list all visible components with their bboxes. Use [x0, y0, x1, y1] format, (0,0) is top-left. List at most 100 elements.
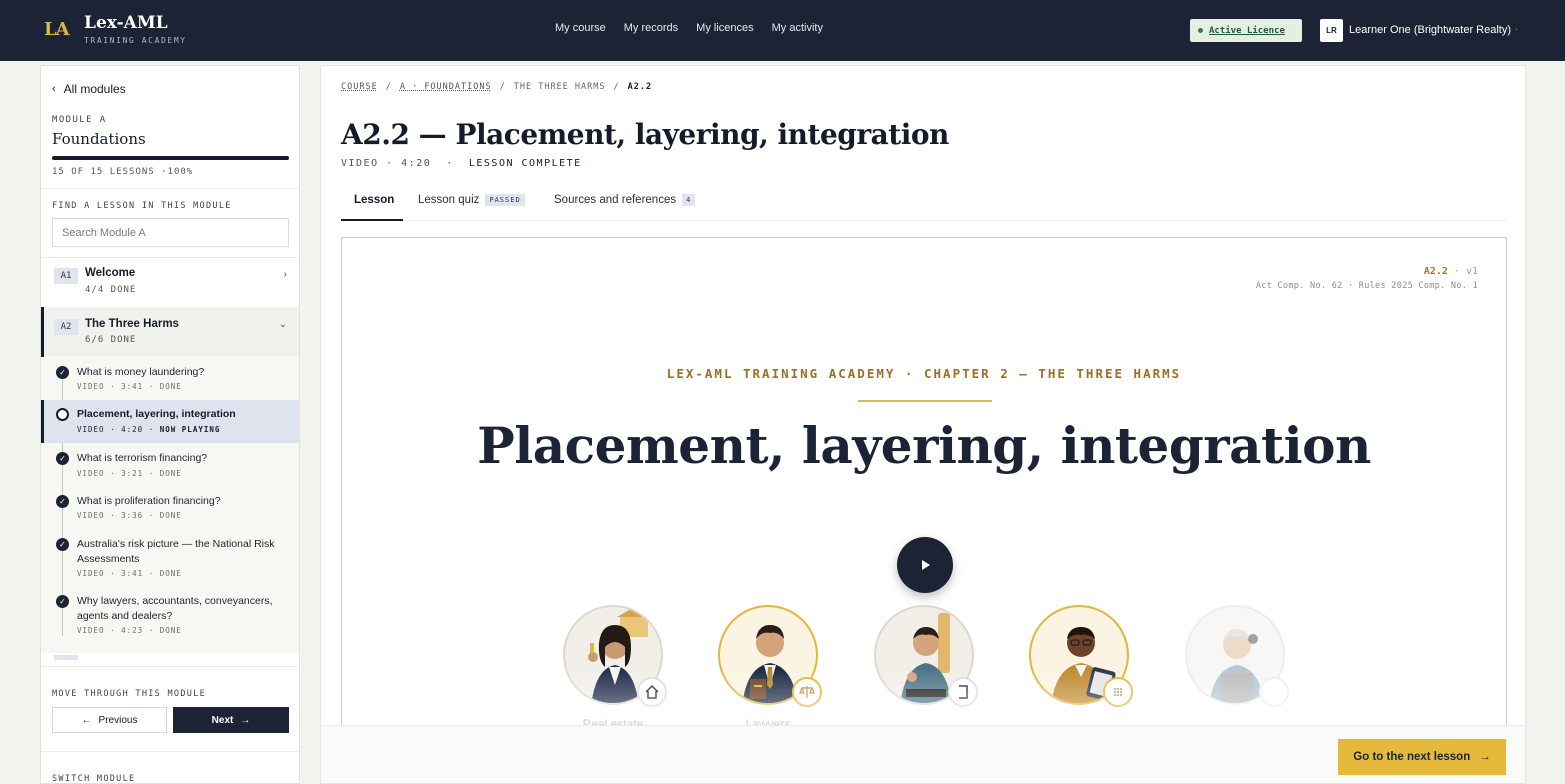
lesson-title: Australia's risk picture — the National … — [77, 538, 275, 565]
breadcrumb-current: A2.2 — [627, 82, 653, 92]
breadcrumb-course[interactable]: COURSE — [341, 82, 378, 92]
next-chapter-code-peek — [54, 655, 78, 660]
chapter-a2[interactable]: A2 The Three Harms 6/6 DONE ⌄ — [41, 307, 299, 357]
lesson-item[interactable]: ✓ What is proliferation financing? VIDEO… — [41, 486, 299, 529]
arrow-left-icon: ← — [81, 714, 92, 726]
breadcrumb-separator: / — [499, 82, 506, 92]
document-icon — [948, 677, 978, 707]
module-sidebar: ‹ All modules MODULE A Foundations 15 OF… — [40, 65, 300, 784]
lesson-meta-prefix: VIDEO · 4:20 · — [77, 425, 160, 434]
nav-my-records[interactable]: My records — [624, 22, 678, 34]
gem-icon — [1259, 677, 1289, 707]
status-badge: PASSED — [485, 194, 525, 206]
count-badge: 4 — [682, 194, 696, 206]
lesson-item-active[interactable]: Placement, layering, integration VIDEO ·… — [41, 400, 299, 443]
breadcrumb-chapter: THE THREE HARMS — [513, 82, 606, 92]
arrow-right-icon: → — [1479, 751, 1491, 763]
check-icon: ✓ — [56, 595, 69, 608]
tab-label: Lesson quiz — [418, 194, 480, 206]
next-button[interactable]: Next → — [173, 707, 289, 733]
persona-real-estate — [563, 605, 667, 707]
switch-module-label: SWITCH MODULE — [52, 774, 136, 784]
divider — [41, 751, 299, 752]
calculator-icon — [1103, 677, 1133, 707]
persona-accountant — [1029, 605, 1133, 707]
breadcrumb-module[interactable]: A · FOUNDATIONS — [400, 82, 492, 92]
persona-dealer — [1185, 605, 1289, 707]
active-licence-badge[interactable]: Active Licence — [1190, 19, 1302, 42]
lesson-item[interactable]: ✓ Australia's risk picture — the Nationa… — [41, 529, 299, 586]
all-modules-label: All modules — [63, 82, 126, 96]
video-title: Placement, layering, integration — [477, 416, 1371, 475]
module-progress-bar — [52, 156, 289, 160]
lesson-item[interactable]: ✓ What is terrorism financing? VIDEO · 3… — [41, 443, 299, 486]
chevron-right-icon: › — [283, 269, 287, 280]
house-icon — [637, 677, 667, 707]
main-nav: My course My records My licences My acti… — [555, 22, 823, 34]
avatar[interactable]: LR — [1320, 19, 1343, 42]
lesson-list: ✓ What is money laundering? VIDEO · 3:41… — [41, 358, 299, 653]
lesson-item[interactable]: ✓ What is money laundering? VIDEO · 3:41… — [41, 358, 299, 400]
lesson-title: Placement, layering, integration — [77, 408, 236, 420]
lesson-meta: VIDEO · 3:41 · DONE — [77, 382, 182, 391]
now-playing-status: NOW PLAYING — [159, 425, 221, 434]
brand-logo[interactable]: LA — [44, 19, 70, 40]
next-lesson-button[interactable]: Go to the next lesson → — [1338, 739, 1506, 775]
check-icon: ✓ — [56, 495, 69, 508]
breadcrumb-separator: / — [613, 82, 620, 92]
video-player[interactable]: A2.2 · v1 Act Comp. No. 62 · Rules 2025 … — [341, 237, 1507, 757]
tab-sources[interactable]: Sources and references 4 — [554, 194, 696, 206]
lesson-footer: Go to the next lesson → — [321, 725, 1525, 783]
lesson-title: What is terrorism financing? — [77, 452, 208, 464]
move-label: MOVE THROUGH THIS MODULE — [52, 689, 207, 699]
video-version: · v1 — [1447, 266, 1478, 277]
user-menu[interactable]: Learner One (Brightwater Realty) — [1349, 24, 1511, 36]
video-code: A2.2 — [1423, 266, 1448, 277]
next-label: Next — [211, 714, 234, 726]
chapter-name: The Three Harms — [85, 318, 179, 330]
chapter-code: A2 — [54, 319, 78, 335]
brand-name[interactable]: Lex-AML — [84, 13, 168, 33]
module-label: MODULE A — [52, 115, 107, 125]
lesson-item[interactable]: ✓ Why lawyers, accountants, conveyancers… — [41, 586, 299, 644]
check-icon: ✓ — [56, 452, 69, 465]
licence-label: Active Licence — [1209, 25, 1285, 36]
lesson-meta: VIDEO · 4:23 · DONE — [77, 626, 182, 635]
lesson-title: Why lawyers, accountants, conveyancers, … — [77, 595, 273, 622]
lesson-meta: VIDEO · 3:36 · DONE — [77, 511, 182, 520]
nav-my-licences[interactable]: My licences — [696, 22, 753, 34]
lesson-meta: VIDEO · 3:21 · DONE — [77, 469, 182, 478]
status-dot-icon — [1198, 28, 1203, 33]
nav-my-course[interactable]: My course — [555, 22, 606, 34]
lesson-main: COURSE / A · FOUNDATIONS / THE THREE HAR… — [320, 65, 1526, 784]
lesson-tabs: Lesson Lesson quiz PASSED Sources and re… — [341, 188, 1507, 221]
module-title: Foundations — [52, 130, 146, 148]
play-button[interactable] — [897, 537, 953, 593]
check-icon: ✓ — [56, 366, 69, 379]
tab-lesson[interactable]: Lesson — [354, 194, 394, 206]
play-icon — [922, 560, 930, 570]
nav-my-activity[interactable]: My activity — [772, 22, 823, 34]
video-kicker: LEX-AML TRAINING ACADEMY · CHAPTER 2 — T… — [666, 366, 1182, 381]
page-title: A2.2 — Placement, layering, integration — [341, 118, 949, 151]
divider — [41, 188, 299, 189]
all-modules-link[interactable]: ‹ All modules — [52, 82, 126, 96]
active-tab-indicator — [341, 219, 403, 221]
user-menu-caret-icon[interactable]: · — [1515, 24, 1518, 34]
chapter-name: Welcome — [85, 267, 136, 279]
breadcrumb-separator: / — [385, 82, 392, 92]
lesson-meta: VIDEO · 3:41 · DONE — [77, 569, 182, 578]
find-lesson-label: FIND A LESSON IN THIS MODULE — [52, 201, 232, 211]
progress-percent: ·100% — [161, 167, 194, 177]
video-lesson-code: A2.2 · v1 — [1424, 266, 1478, 277]
previous-button[interactable]: ← Previous — [52, 707, 167, 733]
chevron-left-icon: ‹ — [52, 83, 56, 95]
lesson-duration: VIDEO · 4:20 · — [341, 158, 469, 169]
tab-lesson-quiz[interactable]: Lesson quiz PASSED — [418, 194, 525, 206]
chapter-done: 6/6 DONE — [85, 335, 137, 345]
chapter-done: 4/4 DONE — [85, 285, 137, 295]
search-input[interactable] — [52, 218, 289, 247]
previous-label: Previous — [98, 714, 138, 726]
chapter-a1[interactable]: A1 Welcome 4/4 DONE › — [41, 258, 299, 306]
video-reference: Act Comp. No. 62 · Rules 2025 Comp. No. … — [1255, 281, 1478, 291]
